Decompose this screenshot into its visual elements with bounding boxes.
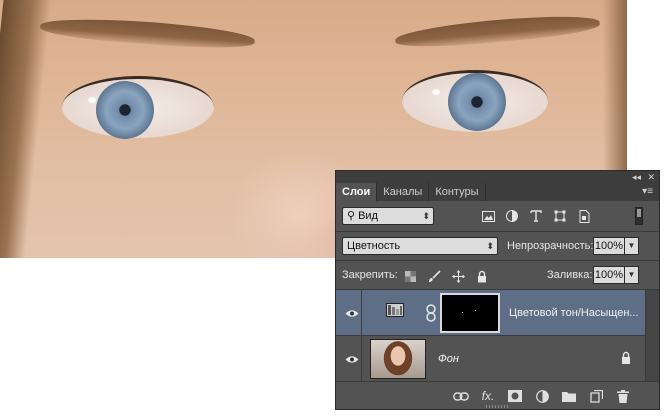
eye-right xyxy=(402,70,548,132)
resize-grip[interactable] xyxy=(486,405,508,408)
layer-mask-thumbnail[interactable] xyxy=(440,293,500,333)
add-mask-icon[interactable] xyxy=(507,388,523,404)
pixel-layer-filter-icon[interactable] xyxy=(480,208,496,224)
tab-paths[interactable]: Контуры xyxy=(429,183,486,201)
lock-image-pixels-brush-icon[interactable] xyxy=(426,268,442,284)
adjustment-layer-filter-icon[interactable] xyxy=(504,208,520,224)
eyebrow-left xyxy=(39,14,256,52)
background-layer-thumbnail[interactable] xyxy=(370,339,426,379)
lock-transparent-pixels-icon[interactable] xyxy=(402,268,418,284)
smart-object-filter-icon[interactable] xyxy=(576,208,592,224)
new-adjustment-layer-icon[interactable] xyxy=(534,388,550,404)
search-icon: ⚲ xyxy=(347,210,356,222)
blend-mode-select[interactable]: Цветность ⬍ xyxy=(342,237,498,255)
layer-name[interactable]: Фон xyxy=(438,336,459,382)
delete-layer-trash-icon[interactable] xyxy=(615,388,631,404)
close-panel-icon[interactable]: ✕ xyxy=(647,171,655,183)
layer-row-hue-saturation[interactable]: Цветовой тон/Насыщен... xyxy=(336,290,645,336)
hue-saturation-adjustment-icon xyxy=(386,303,404,317)
lock-label: Закрепить: xyxy=(342,269,398,281)
layers-panel: ◂◂ ✕ Слои Каналы Контуры ▾≡ ⚲ Вид ⬍ Цвет… xyxy=(335,170,660,410)
type-layer-filter-icon[interactable] xyxy=(528,208,544,224)
link-layers-icon[interactable] xyxy=(453,388,469,404)
blend-row: Цветность ⬍ Непрозрачность: 100% ▼ xyxy=(336,232,659,260)
mask-link-chain-icon[interactable] xyxy=(425,304,437,322)
filter-row: ⚲ Вид ⬍ xyxy=(336,201,659,231)
new-layer-icon[interactable] xyxy=(588,388,604,404)
lock-position-move-icon[interactable] xyxy=(450,268,466,284)
collapse-panel-icon[interactable]: ◂◂ xyxy=(632,171,641,183)
updown-arrows-icon: ⬍ xyxy=(486,241,494,251)
new-group-folder-icon[interactable] xyxy=(561,388,577,404)
filter-kind-select[interactable]: ⚲ Вид ⬍ xyxy=(342,207,434,225)
layers-list: Цветовой тон/Насыщен... Фон xyxy=(336,290,659,394)
blend-mode-value: Цветность xyxy=(347,240,401,252)
shape-layer-filter-icon[interactable] xyxy=(552,208,568,224)
fill-label: Заливка: xyxy=(547,269,593,281)
lock-icons xyxy=(402,268,490,284)
layer-filter-icons xyxy=(480,208,592,224)
panel-title-strip: ◂◂ ✕ xyxy=(336,171,659,183)
visibility-eye-icon[interactable] xyxy=(342,336,362,382)
filter-kind-label: Вид xyxy=(358,210,378,222)
visibility-eye-icon[interactable] xyxy=(342,290,362,336)
opacity-label: Непрозрачность: xyxy=(507,240,594,252)
panel-menu-icon[interactable]: ▾≡ xyxy=(642,186,653,197)
fx-layer-style-icon[interactable]: fx. xyxy=(480,388,496,404)
updown-arrows-icon: ⬍ xyxy=(422,211,430,221)
layer-row-background[interactable]: Фон xyxy=(336,336,645,382)
opacity-input[interactable]: 100% xyxy=(593,237,625,255)
lock-row: Закрепить: Заливка: 100% ▼ xyxy=(336,261,659,289)
eye-left xyxy=(62,76,214,139)
fill-input[interactable]: 100% xyxy=(593,266,625,284)
eyebrow-right xyxy=(394,11,601,51)
opacity-dropdown-button[interactable]: ▼ xyxy=(625,237,639,255)
panel-bottom-toolbar: fx. xyxy=(336,381,659,409)
hair-left xyxy=(0,0,54,258)
tab-layers[interactable]: Слои xyxy=(336,183,378,201)
tab-channels[interactable]: Каналы xyxy=(377,183,430,201)
layer-lock-icon xyxy=(621,351,631,365)
lock-all-icon[interactable] xyxy=(474,268,490,284)
layers-scrollbar[interactable] xyxy=(645,290,659,394)
layer-name[interactable]: Цветовой тон/Насыщен... xyxy=(509,290,639,336)
fill-dropdown-button[interactable]: ▼ xyxy=(625,266,639,284)
panel-tabs: Слои Каналы Контуры ▾≡ xyxy=(336,183,659,201)
filter-toggle-switch[interactable] xyxy=(635,207,643,225)
